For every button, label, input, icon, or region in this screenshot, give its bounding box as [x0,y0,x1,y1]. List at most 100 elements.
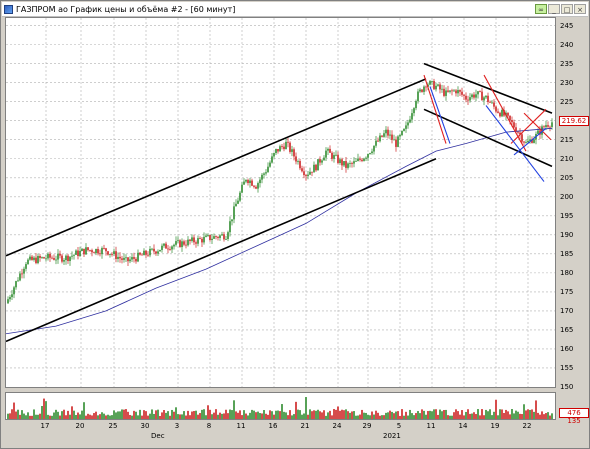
volume-bar [285,412,287,419]
volume-bar [439,409,441,419]
volume-bar [269,410,271,419]
volume-bar [259,413,261,419]
volume-bar [307,414,309,419]
volume-bar [81,410,83,419]
candle-body [63,260,65,262]
candle-body [11,294,13,298]
candle-body [145,250,147,255]
volume-bar [421,409,423,419]
volume-bar [385,412,387,419]
volume-bar [261,413,263,419]
candle-body [59,253,61,256]
candle-body [461,91,463,95]
candle-body [347,163,349,168]
candle-body [231,219,233,222]
candle-body [523,141,525,143]
candle-body [203,236,205,243]
volume-bar [207,405,209,419]
volume-bar [161,412,163,419]
candle-body [431,80,433,82]
price-tick-label: 235 [560,59,574,68]
candle-body [477,91,479,95]
volume-bar [49,415,51,419]
candle-body [93,252,95,254]
candle-body [17,280,19,282]
candle-body [27,259,29,265]
close-icon[interactable]: × [574,4,586,14]
volume-bar [169,415,171,419]
volume-bar [475,414,477,419]
volume-bar [123,409,125,419]
candle-body [353,161,355,164]
candle-body [467,99,469,101]
candle-body [295,156,297,162]
price-chart-area[interactable] [5,17,556,388]
candle-body [173,244,175,247]
volume-bar [191,411,193,419]
date-axis: 17 20 25 30 3 8 11 16 21 24 29 5 11 14 19 22 Dec 2021 [5,420,556,442]
candle-body [89,250,91,251]
volume-bar [481,409,483,419]
price-tick-label: 185 [560,249,574,258]
candle-body [545,125,547,128]
candle-body [227,232,229,239]
candle-body [79,250,81,256]
candle-body [239,192,241,201]
candle-body [407,122,409,126]
volume-bar [173,411,175,419]
volume-bar [535,400,537,419]
candle-body [425,86,427,88]
minimize-icon[interactable]: _ [548,4,560,14]
candle-body [459,90,461,92]
title-bar[interactable]: ГАЗПРОМ ао График цены и объёма #2 - [60… [2,2,588,17]
volume-bar [209,409,211,419]
price-tick-label: 155 [560,363,574,372]
candle-body [391,134,393,140]
candle-body [119,256,121,259]
candle-body [277,148,279,152]
volume-bar [527,409,529,419]
candle-body [379,135,381,142]
volume-bar [95,411,97,419]
candle-body [493,102,495,107]
candle-body [201,238,203,243]
candle-body [501,110,503,117]
volume-bar [93,413,95,419]
volume-bar [241,415,243,419]
volume-bar [295,401,297,419]
maximize-icon[interactable]: □ [561,4,573,14]
candle-body [197,238,199,244]
volume-bar [453,412,455,419]
candle-body [333,155,335,159]
candle-body [279,146,281,152]
volume-chart-area[interactable] [5,392,556,420]
volume-bar [445,409,447,419]
volume-bar [113,410,115,419]
volume-bar [361,409,363,419]
candle-body [325,150,327,158]
volume-bar [345,409,347,419]
volume-bar [411,413,413,419]
candle-body [223,234,225,240]
volume-bar [419,413,421,419]
candle-body [147,254,149,256]
volume-bar [231,410,233,419]
candle-body [335,154,337,156]
candle-body [495,106,497,112]
volume-bar [477,409,479,419]
volume-bar [71,406,73,419]
price-chart-svg [6,18,555,387]
candle-body [359,158,361,160]
volume-bar [129,414,131,419]
link-icon[interactable]: ∞ [535,4,547,14]
volume-bar [373,414,375,419]
date-tick-label: 8 [206,422,212,430]
candle-body [549,126,551,128]
volume-bar [27,412,29,419]
volume-bar [9,413,11,419]
channel-line [6,78,427,257]
volume-bar [125,409,127,419]
volume-bar [327,412,329,419]
volume-bar [381,415,383,419]
volume-bar [379,415,381,419]
